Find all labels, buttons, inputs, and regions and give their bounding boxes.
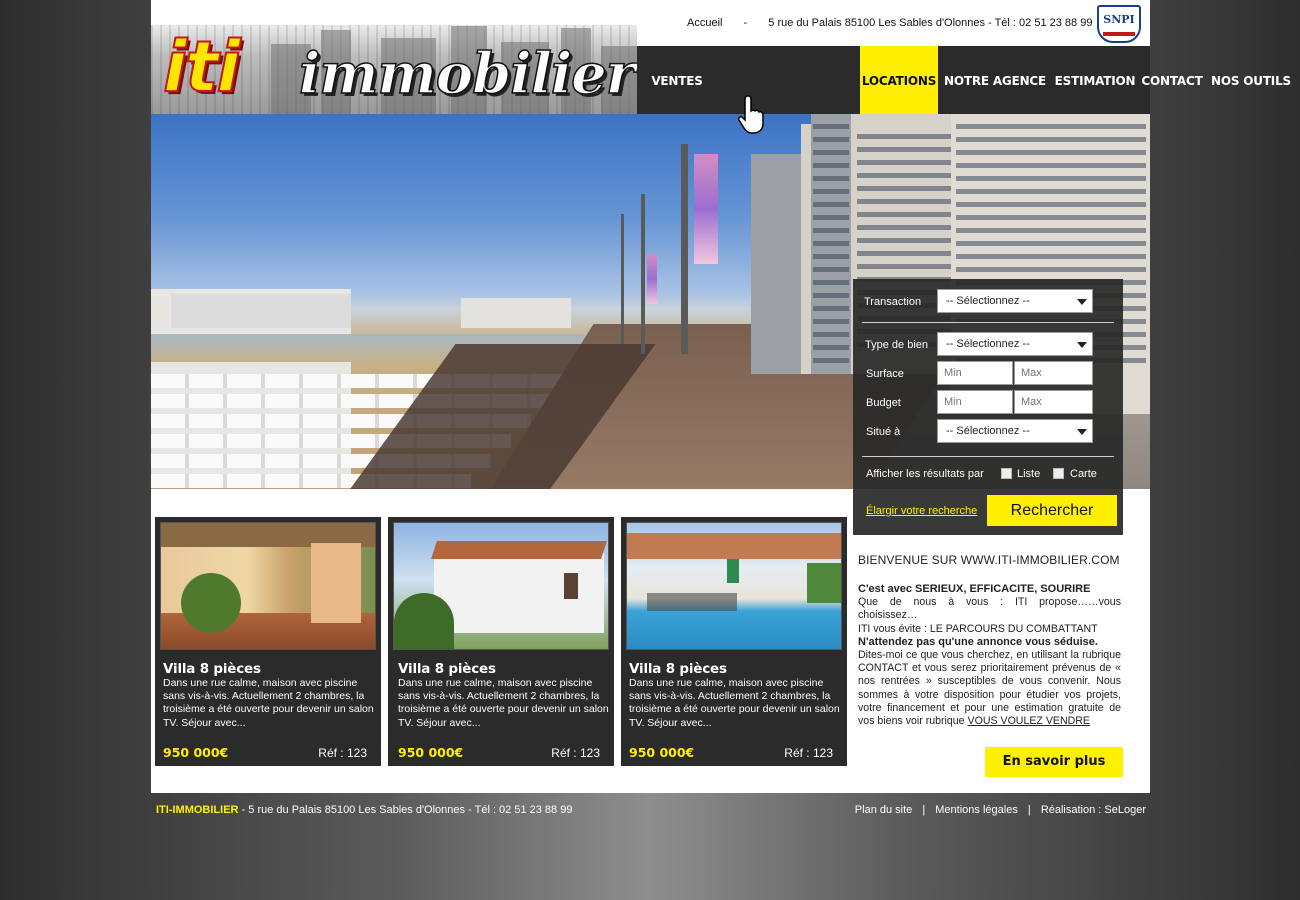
- surface-min-input[interactable]: [937, 361, 1013, 385]
- page-container: iti immobilier Accueil - 5 rue du Palais…: [151, 0, 1291, 793]
- location-label: Situé à: [866, 426, 901, 438]
- header: iti immobilier Accueil - 5 rue du Palais…: [151, 0, 1291, 114]
- home-link[interactable]: Accueil: [687, 17, 722, 29]
- listing-price: 950 000€: [163, 745, 229, 760]
- footer-brand: ITI-IMMOBILIER: [156, 804, 239, 816]
- budget-max-input[interactable]: [1014, 390, 1093, 414]
- chevron-down-icon: [1077, 429, 1087, 435]
- listing-ref: Réf : 123: [784, 746, 833, 760]
- site-logo[interactable]: iti immobilier: [151, 25, 637, 114]
- footer-info: ITI-IMMOBILIER - 5 rue du Palais 85100 L…: [156, 804, 572, 816]
- listing-ref: Réf : 123: [551, 746, 600, 760]
- property-type-select[interactable]: -- Sélectionnez --: [937, 332, 1093, 356]
- location-select[interactable]: -- Sélectionnez --: [937, 419, 1093, 443]
- welcome-section: BIENVENUE SUR WWW.ITI-IMMOBILIER.COM C'e…: [858, 553, 1121, 728]
- search-panel: Transaction -- Sélectionnez -- Type de b…: [853, 279, 1123, 535]
- snpi-badge: SNPI: [1097, 5, 1141, 43]
- footer-separator: |: [922, 804, 926, 816]
- agency-address: 5 rue du Palais 85100 Les Sables d'Olonn…: [768, 17, 1093, 29]
- footer-separator: |: [1027, 804, 1031, 816]
- listing-ref: Réf : 123: [318, 746, 367, 760]
- main-nav: VENTES LOCATIONS NOTRE AGENCE ESTIMATION…: [637, 46, 1291, 114]
- listing-card[interactable]: Villa 8 pièces Dans une rue calme, maiso…: [621, 517, 847, 766]
- nav-contact[interactable]: CONTACT: [1137, 46, 1207, 114]
- surface-max-input[interactable]: [1014, 361, 1093, 385]
- welcome-title: BIENVENUE SUR WWW.ITI-IMMOBILIER.COM: [858, 553, 1120, 567]
- location-select-value: -- Sélectionnez --: [946, 425, 1030, 437]
- nav-estimation[interactable]: ESTIMATION: [1051, 46, 1139, 114]
- nav-ventes[interactable]: VENTES: [643, 46, 711, 114]
- surface-label: Surface: [866, 368, 904, 380]
- listing-card[interactable]: Villa 8 pièces Dans une rue calme, maiso…: [388, 517, 614, 766]
- welcome-text-1: Que de nous à vous : ITI propose……vous c…: [858, 596, 1121, 622]
- listing-description: Dans une rue calme, maison avec piscine …: [629, 677, 840, 729]
- listing-card[interactable]: Villa 8 pièces Dans une rue calme, maiso…: [155, 517, 381, 766]
- transaction-label: Transaction: [864, 296, 922, 308]
- hand-pointer-icon: [738, 95, 764, 134]
- listing-description: Dans une rue calme, maison avec piscine …: [163, 677, 374, 729]
- welcome-body: C'est avec SERIEUX, EFFICACITE, SOURIRE …: [858, 583, 1121, 728]
- nav-nos-outils[interactable]: NOS OUTILS: [1209, 46, 1293, 114]
- listing-title[interactable]: Villa 8 pièces: [398, 661, 496, 677]
- sell-link[interactable]: VOUS VOULEZ VENDRE: [968, 715, 1090, 727]
- listing-title[interactable]: Villa 8 pièces: [163, 661, 261, 677]
- transaction-select-value: -- Sélectionnez --: [946, 295, 1030, 307]
- footer-address: - 5 rue du Palais 85100 Les Sables d'Olo…: [238, 804, 573, 816]
- snpi-badge-text: SNPI: [1103, 13, 1135, 26]
- top-bar: Accueil - 5 rue du Palais 85100 Les Sabl…: [637, 0, 1150, 46]
- listing-price: 950 000€: [629, 745, 695, 760]
- credits-link[interactable]: Réalisation : SeLoger: [1041, 804, 1146, 816]
- nav-notre-agence[interactable]: NOTRE AGENCE: [941, 46, 1049, 114]
- property-type-label: Type de bien: [865, 339, 928, 351]
- listing-photo[interactable]: [393, 522, 609, 650]
- budget-min-input[interactable]: [937, 390, 1013, 414]
- footer-links: Plan du site | Mentions légales | Réalis…: [855, 804, 1146, 816]
- welcome-heading-2: N'attendez pas qu'une annonce vous sédui…: [858, 635, 1098, 648]
- sitemap-link[interactable]: Plan du site: [855, 804, 912, 816]
- budget-label: Budget: [866, 397, 901, 409]
- logo-iti-text: iti: [162, 26, 241, 108]
- listing-title[interactable]: Villa 8 pièces: [629, 661, 727, 677]
- expand-search-link[interactable]: Élargir votre recherche: [866, 505, 977, 517]
- listing-photo[interactable]: [626, 522, 842, 650]
- display-results-label: Afficher les résultats par: [866, 468, 984, 480]
- top-separator: -: [743, 17, 748, 29]
- listing-price: 950 000€: [398, 745, 464, 760]
- welcome-text-2: ITI vous évite : LE PARCOURS DU COMBATTA…: [858, 622, 1098, 635]
- logo-immobilier-text: immobilier: [298, 40, 636, 108]
- property-type-select-value: -- Sélectionnez --: [946, 338, 1030, 350]
- legal-notice-link[interactable]: Mentions légales: [935, 804, 1018, 816]
- map-option-label: Carte: [1070, 468, 1097, 480]
- nav-locations[interactable]: LOCATIONS: [860, 46, 938, 114]
- learn-more-button[interactable]: En savoir plus: [985, 747, 1123, 777]
- listing-description: Dans une rue calme, maison avec piscine …: [398, 677, 609, 729]
- search-button[interactable]: Rechercher: [987, 495, 1117, 526]
- map-checkbox[interactable]: [1053, 468, 1064, 479]
- chevron-down-icon: [1077, 342, 1087, 348]
- list-checkbox[interactable]: [1001, 468, 1012, 479]
- list-option-label: Liste: [1017, 468, 1041, 480]
- chevron-down-icon: [1077, 299, 1087, 305]
- welcome-heading-1: C'est avec SERIEUX, EFFICACITE, SOURIRE: [858, 583, 1091, 595]
- divider: [862, 456, 1114, 457]
- divider: [862, 322, 1114, 323]
- listing-photo[interactable]: [160, 522, 376, 650]
- transaction-select[interactable]: -- Sélectionnez --: [937, 289, 1093, 313]
